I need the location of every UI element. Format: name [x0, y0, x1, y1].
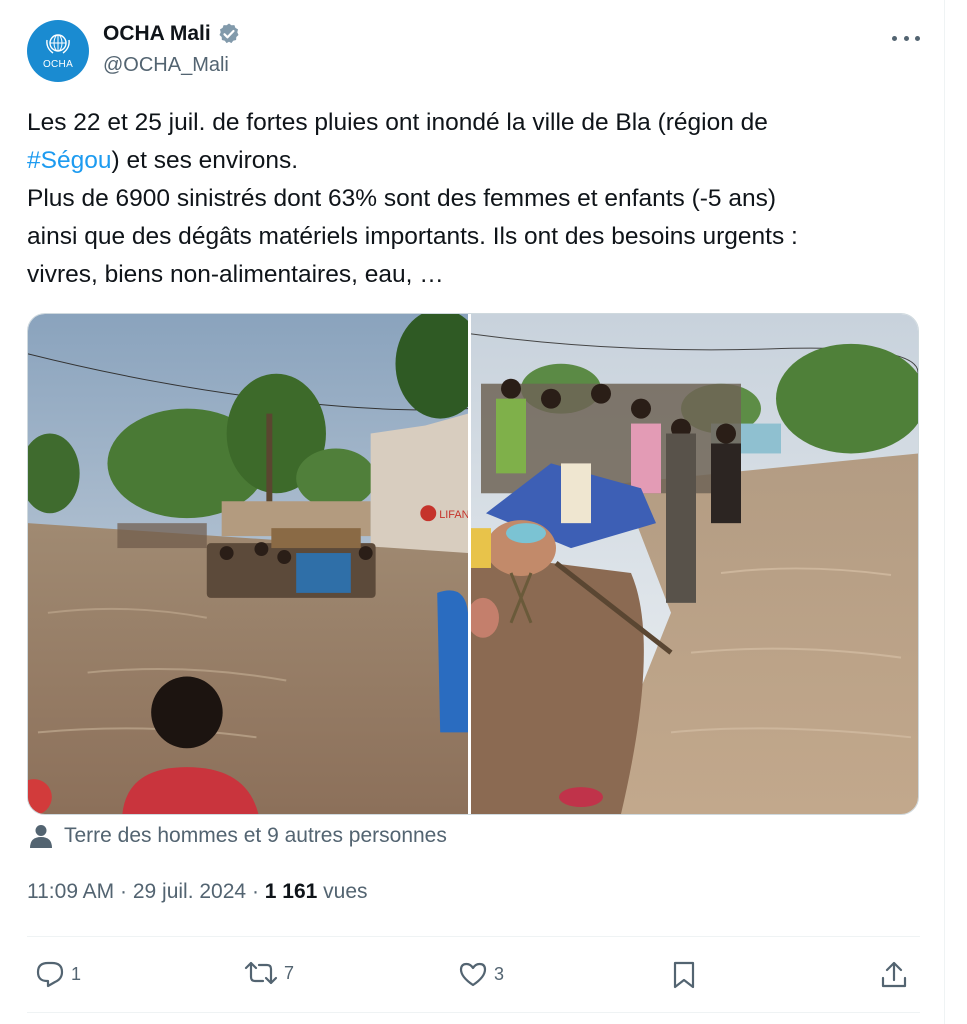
share-icon	[881, 961, 907, 988]
retweet-icon	[244, 961, 278, 985]
action-bar: 1 7 3	[27, 950, 920, 1002]
un-emblem-icon	[46, 34, 70, 54]
svg-text:LIFAN: LIFAN	[439, 509, 468, 521]
avatar-label: OCHA	[42, 59, 74, 70]
tweet-meta: 11:09 AM · 29 juil. 2024 · 1 161 vues	[27, 880, 368, 903]
tagged-people[interactable]: Terre des hommes et 9 autres personnes	[30, 824, 447, 848]
tweet-text-line: Les 22 et 25 juil. de fortes pluies ont …	[27, 109, 768, 136]
retweet-button[interactable]: 7	[244, 960, 294, 986]
handle[interactable]: @OCHA_Mali	[103, 54, 229, 77]
tweet-date[interactable]: 29 juil. 2024	[133, 880, 246, 903]
tweet-text-line: ainsi que des dégâts matériels important…	[27, 223, 798, 250]
reply-button[interactable]: 1	[35, 960, 81, 988]
bookmark-icon	[673, 961, 695, 989]
reply-icon	[36, 961, 64, 988]
tweet-text: Les 22 et 25 juil. de fortes pluies ont …	[27, 104, 917, 294]
tagged-people-text: Terre des hommes et 9 autres personnes	[64, 824, 447, 847]
avatar[interactable]: OCHA	[27, 20, 89, 82]
like-button[interactable]: 3	[458, 960, 504, 988]
reply-count: 1	[71, 963, 82, 984]
hashtag-link[interactable]: #Ségou	[27, 147, 111, 174]
share-button[interactable]	[880, 960, 908, 990]
flooded-street-household-items-photo[interactable]	[471, 314, 918, 814]
tweet-media: LIFAN	[27, 313, 919, 815]
display-name[interactable]: OCHA Mali	[103, 22, 211, 46]
verified-badge-icon	[217, 22, 241, 46]
flooded-street-photo[interactable]: LIFAN	[28, 314, 471, 814]
tweet-header: OCHA OCHA Mali @OCHA_Mali	[27, 18, 920, 84]
divider	[27, 1012, 920, 1013]
retweet-count: 7	[284, 962, 295, 983]
tweet-text-line: #Ségou) et ses environs.	[27, 147, 299, 174]
tweet-text-line: Plus de 6900 sinistrés dont 63% sont des…	[27, 185, 777, 212]
views-count: 1 161	[264, 880, 318, 903]
views-label: vues	[317, 880, 368, 903]
more-options-icon[interactable]	[892, 28, 920, 48]
tweet-text-line: vivres, biens non-alimentaires, eau, …	[27, 261, 444, 288]
bookmark-button[interactable]	[672, 960, 696, 990]
heart-icon	[459, 962, 487, 987]
divider	[27, 936, 920, 937]
timeline-border	[944, 0, 945, 1024]
person-icon	[30, 824, 52, 848]
tweet-time[interactable]: 11:09 AM	[27, 880, 114, 903]
like-count: 3	[494, 963, 505, 984]
